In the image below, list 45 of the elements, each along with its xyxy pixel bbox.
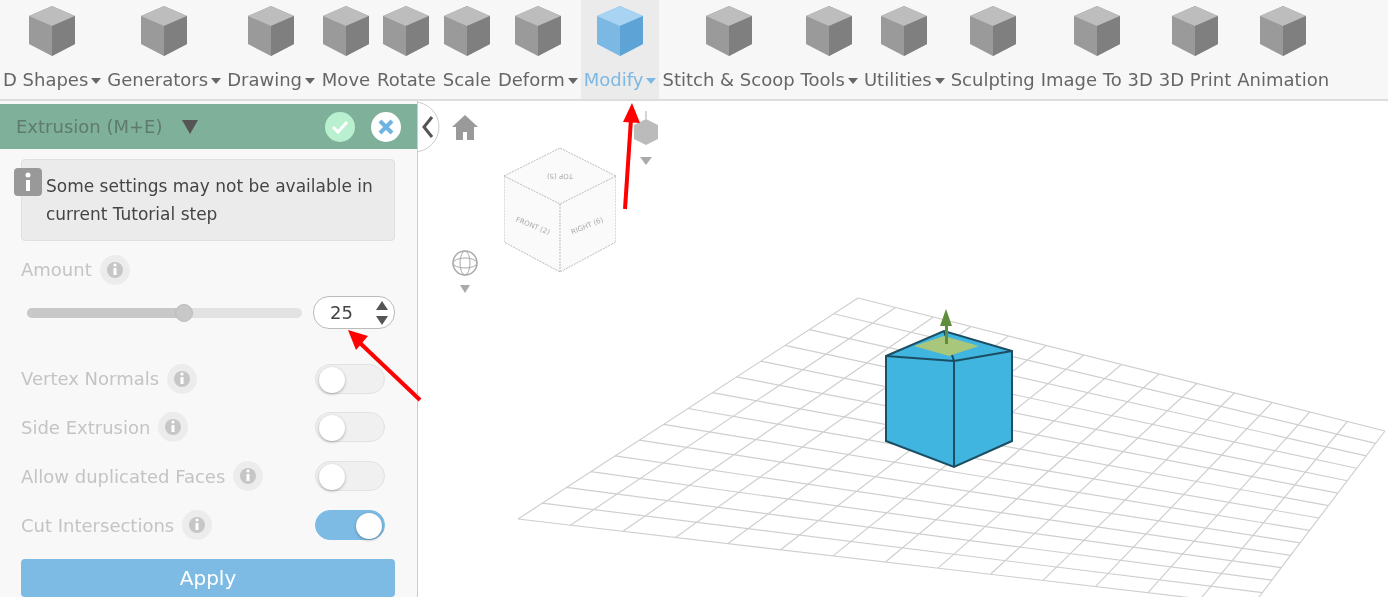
- slider-thumb[interactable]: [174, 303, 193, 322]
- info-icon[interactable]: [233, 461, 264, 492]
- notice-text: Some settings may not be available in current Tutorial step: [46, 176, 373, 225]
- cube-icon: [441, 4, 492, 58]
- toolbar-button[interactable]: Move: [318, 0, 374, 99]
- cube-icon: [1071, 4, 1122, 58]
- info-icon: [14, 168, 42, 197]
- orbit-globe-icon[interactable]: [451, 249, 479, 295]
- cube-icon: [967, 4, 1018, 58]
- cube-icon: [1170, 4, 1221, 58]
- toolbar-button[interactable]: Scale: [438, 0, 495, 99]
- info-icon[interactable]: [158, 412, 189, 443]
- toolbar-button[interactable]: Rotate: [374, 0, 439, 99]
- cube-icon: [381, 4, 432, 58]
- cube-icon: [595, 4, 646, 58]
- toolbar-button[interactable]: Stitch & Scoop: [659, 0, 798, 99]
- info-icon[interactable]: [99, 254, 130, 285]
- toggle-switch[interactable]: [315, 510, 385, 541]
- number-field[interactable]: 25: [313, 296, 395, 330]
- info-icon[interactable]: [182, 510, 213, 541]
- toolbar-button[interactable]: Drawing: [224, 0, 318, 99]
- toolbar-button[interactable]: Image To 3D: [1037, 0, 1156, 99]
- cube-icon: [246, 4, 297, 58]
- cube-icon: [804, 4, 855, 58]
- spinner-arrows-icon[interactable]: [376, 300, 388, 327]
- toolbar-button[interactable]: Generators: [104, 0, 225, 99]
- dropdown-triangle-icon[interactable]: [182, 119, 199, 134]
- toolbar-button[interactable]: Utilities: [860, 0, 948, 99]
- cube-icon: [1258, 4, 1309, 58]
- home-icon[interactable]: [452, 114, 478, 140]
- confirm-check-icon[interactable]: [325, 111, 355, 142]
- cube-icon: [512, 4, 563, 58]
- toolbar-button[interactable]: Sculpting: [947, 0, 1038, 99]
- cube-icon: [321, 4, 371, 58]
- cube-icon: [879, 4, 930, 58]
- close-icon[interactable]: [371, 111, 401, 142]
- toolbar-button[interactable]: Tools: [797, 0, 861, 99]
- toolbar-button[interactable]: Animation: [1234, 0, 1333, 99]
- toolbar-button[interactable]: 3D Print: [1155, 0, 1235, 99]
- info-icon[interactable]: [167, 363, 198, 394]
- cube-icon: [27, 4, 78, 58]
- cube-icon: [139, 4, 190, 58]
- toolbar-button[interactable]: Deform: [494, 0, 581, 99]
- toolbar-button[interactable]: D Shapes: [0, 0, 105, 99]
- cube-icon: [703, 4, 754, 58]
